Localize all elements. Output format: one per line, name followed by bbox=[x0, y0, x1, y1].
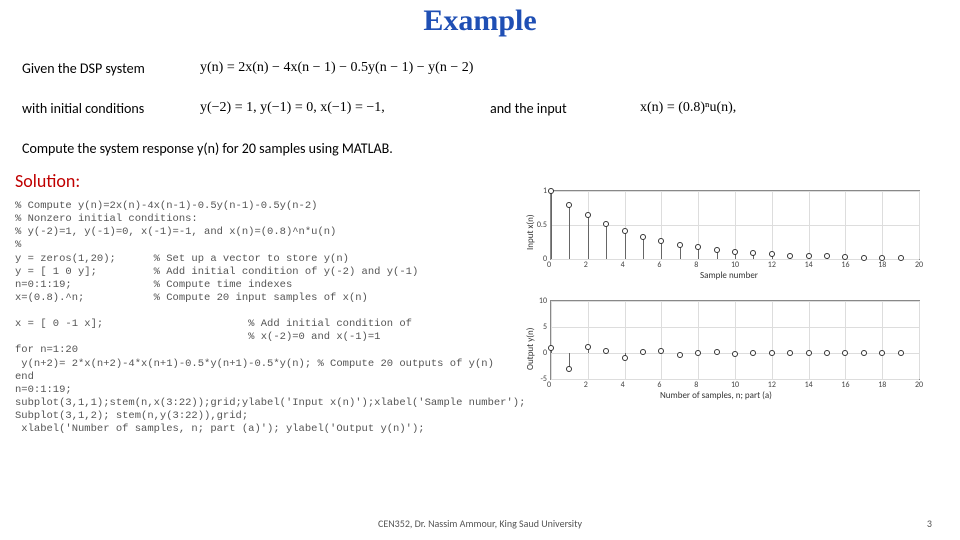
eq-system: y(n) = 2x(n) − 4x(n − 1) − 0.5y(n − 1) −… bbox=[200, 60, 473, 76]
solution-heading: Solution: bbox=[15, 170, 80, 192]
matlab-code: % Compute y(n)=2x(n)-4x(n-1)-0.5y(n-1)-0… bbox=[15, 200, 525, 436]
chart-output: 02468101214161820-50510 bbox=[550, 300, 920, 380]
chart-input-xlabel: Sample number bbox=[700, 270, 758, 281]
chart-input-ylabel: Input x(n) bbox=[525, 214, 536, 250]
slide-title: Example bbox=[0, 0, 960, 38]
chart-output-ylabel: Output y(n) bbox=[525, 328, 536, 370]
charts-container: 0246810121416182000.51 Input x(n) Sample… bbox=[500, 190, 940, 440]
chart-input: 0246810121416182000.51 bbox=[550, 190, 920, 260]
footer-page: 3 bbox=[927, 517, 932, 530]
text-with-ic: with initial conditions bbox=[22, 100, 144, 117]
text-given: Given the DSP system bbox=[22, 60, 145, 77]
instruction: Compute the system response y(n) for 20 … bbox=[22, 140, 393, 157]
eq-ic: y(−2) = 1, y(−1) = 0, x(−1) = −1, bbox=[200, 100, 385, 116]
footer-center: CEN352, Dr. Nassim Ammour, King Saud Uni… bbox=[378, 517, 582, 530]
text-and-input: and the input bbox=[490, 100, 567, 117]
chart-output-xlabel: Number of samples, n; part (a) bbox=[660, 390, 772, 401]
eq-input: x(n) = (0.8)ⁿu(n), bbox=[640, 100, 736, 116]
